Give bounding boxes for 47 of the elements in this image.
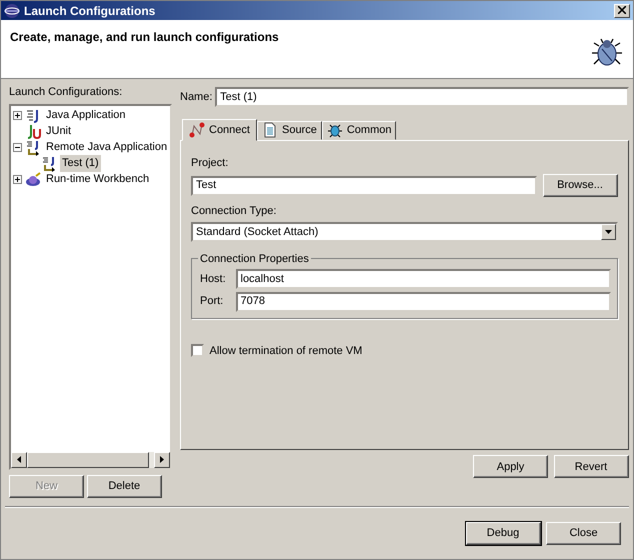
browse-button[interactable]: Browse... bbox=[542, 174, 618, 197]
connection-type-dropdown[interactable]: Standard (Socket Attach) bbox=[191, 222, 618, 242]
window-title: Launch Configurations bbox=[24, 2, 156, 20]
host-field[interactable]: localhost bbox=[236, 268, 610, 289]
remote-java-icon bbox=[25, 140, 41, 156]
tree-item[interactable]: Run-time Workbench bbox=[44, 171, 152, 188]
tree-item[interactable]: Java Application bbox=[44, 107, 128, 124]
bug-icon bbox=[326, 122, 343, 138]
button[interactable]: Revert bbox=[554, 455, 628, 478]
header-message: Create, manage, and run launch configurations bbox=[10, 29, 279, 46]
field-label: Name: bbox=[180, 90, 212, 104]
collapse-toggle[interactable] bbox=[13, 143, 22, 152]
horizontal-scrollbar[interactable] bbox=[11, 452, 170, 468]
expand-toggle[interactable] bbox=[13, 111, 22, 120]
tab[interactable]: Connect bbox=[182, 118, 257, 141]
name-field[interactable]: Test (1) bbox=[215, 86, 628, 107]
close-button[interactable] bbox=[614, 4, 630, 18]
remote-java-icon bbox=[41, 156, 57, 172]
tree-item[interactable]: Test (1) bbox=[60, 155, 101, 172]
field-label: Connection Type: bbox=[191, 204, 278, 218]
document-icon bbox=[262, 122, 278, 138]
button[interactable]: Apply bbox=[473, 455, 548, 478]
button[interactable]: Close bbox=[546, 522, 621, 545]
port-field[interactable]: 7078 bbox=[236, 292, 610, 312]
close-icon bbox=[618, 6, 626, 14]
java-icon bbox=[25, 108, 41, 124]
tab[interactable]: Common bbox=[322, 120, 396, 140]
button[interactable]: Debug bbox=[466, 522, 540, 545]
expand-toggle[interactable] bbox=[13, 175, 22, 184]
field-label: Host: bbox=[200, 272, 227, 286]
workbench-icon bbox=[25, 172, 41, 188]
panel-label: Launch Configurations: bbox=[9, 85, 124, 100]
tab[interactable]: Source bbox=[256, 120, 322, 140]
app-icon bbox=[4, 2, 20, 18]
left-arrow-icon bbox=[17, 456, 21, 463]
button[interactable]: Delete bbox=[86, 475, 162, 498]
checkbox-label: Allow termination of remote VM bbox=[210, 344, 362, 358]
field-label: Project: bbox=[191, 156, 230, 171]
dropdown-arrow-icon bbox=[604, 230, 612, 234]
junit-icon bbox=[25, 124, 41, 140]
checkbox[interactable] bbox=[191, 344, 204, 358]
connect-icon bbox=[189, 122, 205, 138]
tree-item[interactable]: Remote Java Application bbox=[44, 139, 170, 156]
right-arrow-icon bbox=[160, 456, 164, 463]
field-label: Port: bbox=[200, 294, 224, 310]
project-field[interactable]: Test bbox=[191, 176, 537, 196]
tree-item[interactable]: JUnit bbox=[44, 123, 74, 140]
